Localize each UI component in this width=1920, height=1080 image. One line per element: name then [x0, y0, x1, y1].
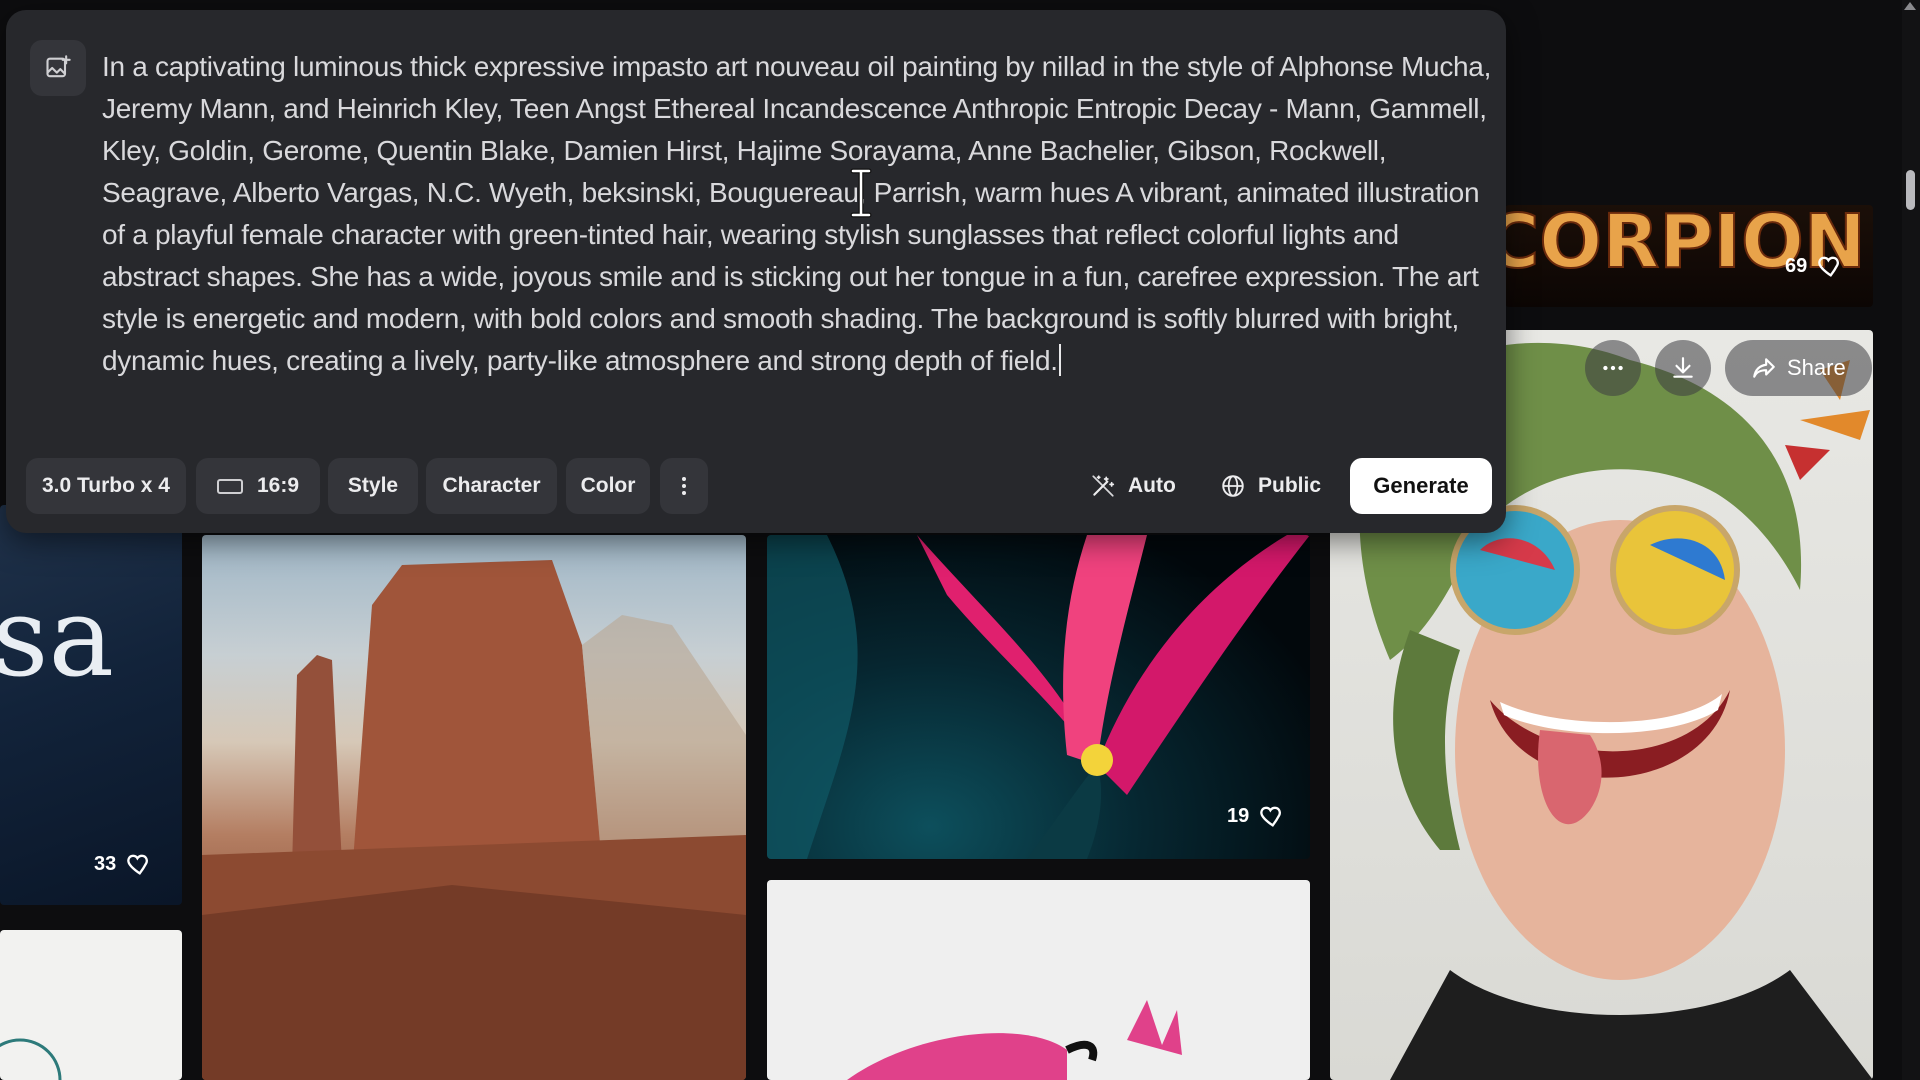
- color-button[interactable]: Color: [566, 458, 650, 514]
- share-label: Share: [1787, 355, 1846, 380]
- style-label: Style: [347, 474, 399, 497]
- prompt-input[interactable]: In a captivating luminous thick expressi…: [102, 46, 1492, 382]
- image-plus-icon: [46, 55, 71, 78]
- aspect-ratio-button[interactable]: 16:9: [196, 458, 320, 514]
- auto-label: Auto: [1128, 474, 1176, 497]
- like-count-value: 19: [1227, 804, 1250, 827]
- bird-art: [847, 1000, 1182, 1080]
- add-image-reference-button[interactable]: [30, 40, 86, 96]
- more-vertical-icon: [682, 477, 686, 495]
- character-button[interactable]: Character: [426, 458, 557, 514]
- generate-label: Generate: [1373, 473, 1469, 498]
- more-options-button[interactable]: [1585, 340, 1641, 396]
- model-selector-button[interactable]: 3.0 Turbo x 4: [26, 458, 186, 514]
- like-count: 19: [1227, 802, 1285, 830]
- more-options-menu-button[interactable]: [660, 458, 708, 514]
- public-label: Public: [1258, 474, 1322, 497]
- color-label: Color: [580, 474, 636, 497]
- poster-text: sa: [0, 573, 114, 701]
- model-selector-label: 3.0 Turbo x 4: [42, 474, 170, 497]
- text-cursor-icon: [850, 168, 872, 218]
- download-icon: [1673, 357, 1693, 378]
- like-count-value: 69: [1785, 254, 1808, 277]
- aspect-ratio-icon: [216, 478, 243, 494]
- gallery-tile-poster[interactable]: sa 33: [0, 505, 182, 905]
- gallery-tile-scorpion[interactable]: CORPION 69: [1505, 205, 1873, 307]
- visibility-public-button[interactable]: Public: [1220, 458, 1321, 514]
- share-icon: [1753, 358, 1775, 378]
- globe-art: [0, 1038, 62, 1080]
- gallery-tile-desert-butte[interactable]: [202, 535, 746, 1080]
- heart-icon[interactable]: [124, 850, 152, 878]
- heart-icon[interactable]: [1815, 252, 1843, 280]
- prompt-toolbar: 3.0 Turbo x 4 16:9 Style Character Color…: [26, 458, 1492, 514]
- like-count: 33: [94, 850, 152, 878]
- gallery-tile-pink-lily[interactable]: 19: [767, 535, 1310, 859]
- generate-button[interactable]: Generate: [1350, 458, 1492, 514]
- share-button[interactable]: Share: [1725, 340, 1872, 396]
- scroll-up-arrow-icon[interactable]: [1904, 2, 1916, 10]
- prompt-panel: In a captivating luminous thick expressi…: [6, 10, 1506, 533]
- desert-art: [202, 560, 746, 1080]
- character-label: Character: [442, 474, 541, 497]
- download-button[interactable]: [1655, 340, 1711, 396]
- style-button[interactable]: Style: [328, 458, 418, 514]
- like-count: 69: [1785, 252, 1843, 280]
- magic-prompt-auto-button[interactable]: Auto: [1090, 458, 1176, 514]
- prompt-input-text: In a captivating luminous thick expressi…: [102, 51, 1492, 376]
- like-count-value: 33: [94, 852, 117, 875]
- globe-icon: [1222, 475, 1244, 497]
- scrollbar-thumb[interactable]: [1906, 170, 1915, 210]
- gallery-tile-white-bird[interactable]: [767, 880, 1310, 1080]
- poster-art: sa: [0, 573, 114, 701]
- magic-wand-icon: [1092, 475, 1115, 497]
- heart-icon[interactable]: [1257, 802, 1285, 830]
- aspect-ratio-label: 16:9: [256, 474, 300, 497]
- gallery-tile-white[interactable]: [0, 930, 182, 1080]
- text-caret: [1058, 344, 1061, 376]
- tile-action-bar: Share: [1585, 340, 1872, 396]
- scrollbar-track[interactable]: [1902, 0, 1920, 1080]
- more-horizontal-icon: [1603, 365, 1623, 371]
